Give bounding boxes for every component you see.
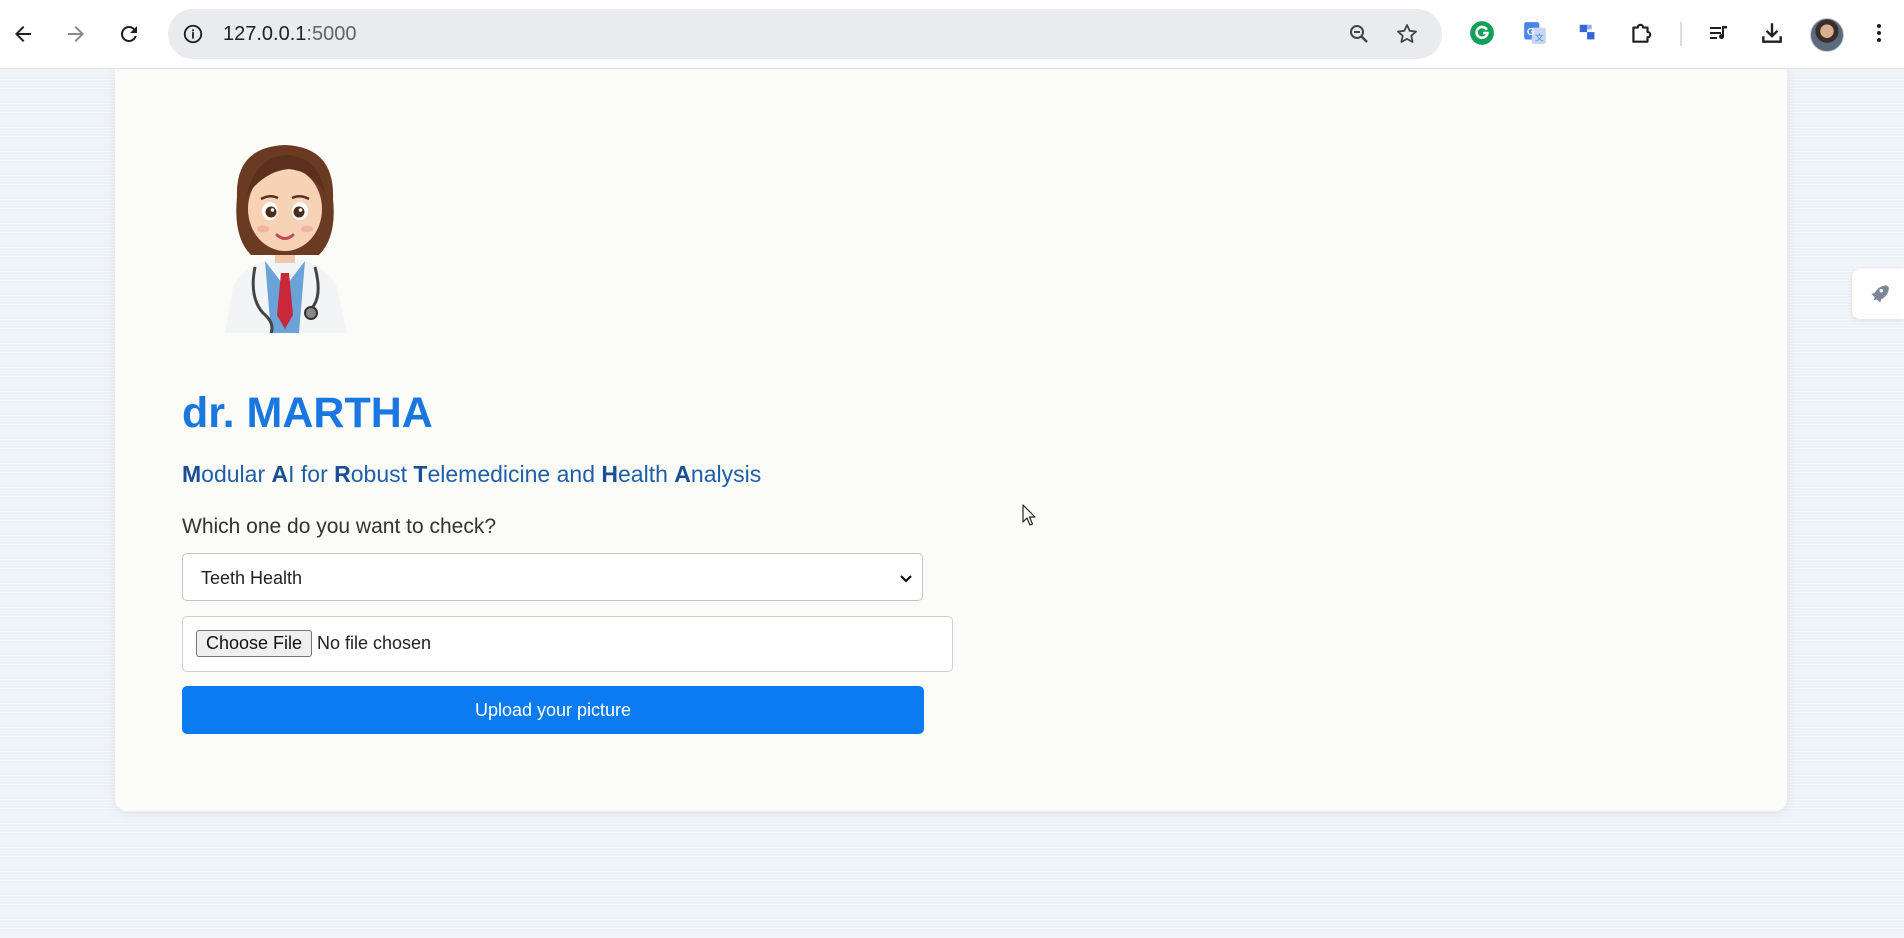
google-translate-icon[interactable]: G文 bbox=[1518, 16, 1552, 50]
reload-icon bbox=[120, 25, 137, 42]
extension-icon[interactable] bbox=[1571, 16, 1605, 50]
upload-button[interactable]: Upload your picture bbox=[182, 686, 924, 734]
page-title: dr. MARTHA bbox=[182, 389, 433, 437]
page-viewport: dr. MARTHA Modular AI for Robust Telemed… bbox=[0, 69, 1904, 938]
rocket-icon bbox=[1871, 285, 1889, 303]
forward-button[interactable] bbox=[56, 14, 96, 54]
choose-file-button[interactable]: Choose File bbox=[196, 630, 313, 657]
doctor-avatar-image bbox=[225, 145, 347, 333]
main-card: dr. MARTHA Modular AI for Robust Telemed… bbox=[115, 69, 1787, 811]
forward-arrow-icon bbox=[68, 26, 84, 42]
site-info-icon[interactable] bbox=[180, 21, 206, 47]
selected-option: Teeth Health bbox=[201, 568, 303, 588]
chevron-down-icon bbox=[900, 575, 912, 583]
file-status-text: No file chosen bbox=[317, 633, 432, 653]
svg-text:文: 文 bbox=[1535, 32, 1544, 43]
mouse-cursor-icon bbox=[1022, 504, 1036, 526]
bookmark-star-icon[interactable] bbox=[1394, 21, 1420, 47]
check-type-select[interactable]: Teeth Health bbox=[182, 553, 923, 601]
back-button[interactable] bbox=[3, 14, 43, 54]
file-input[interactable]: Choose File No file chosen bbox=[182, 616, 953, 672]
back-arrow-icon bbox=[15, 26, 31, 42]
side-panel-tab[interactable] bbox=[1852, 269, 1904, 319]
toolbar-divider bbox=[1680, 22, 1682, 46]
media-icon[interactable] bbox=[1702, 16, 1736, 50]
browser-toolbar: 127.0.0.1:5000 G文 bbox=[0, 0, 1904, 69]
svg-text:G: G bbox=[1527, 27, 1535, 38]
menu-icon[interactable] bbox=[1862, 16, 1896, 50]
profile-avatar[interactable] bbox=[1810, 18, 1844, 52]
reload-button[interactable] bbox=[109, 14, 149, 54]
address-bar[interactable]: 127.0.0.1:5000 bbox=[168, 9, 1442, 59]
check-question-label: Which one do you want to check? bbox=[182, 515, 497, 538]
puzzle-icon[interactable] bbox=[1624, 16, 1658, 50]
page-subtitle: Modular AI for Robust Telemedicine and H… bbox=[182, 461, 762, 487]
zoom-icon[interactable] bbox=[1346, 21, 1372, 47]
url-text[interactable]: 127.0.0.1:5000 bbox=[223, 23, 356, 46]
grammarly-icon[interactable] bbox=[1465, 16, 1499, 50]
download-icon[interactable] bbox=[1755, 16, 1789, 50]
